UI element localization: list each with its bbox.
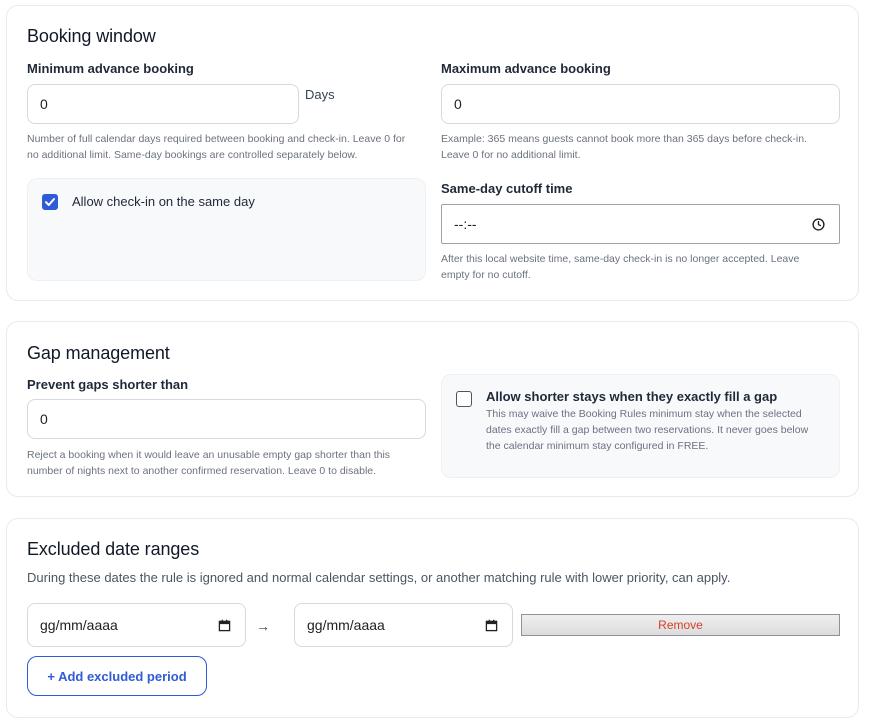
cutoff-help: After this local website time, same-day … — [441, 251, 799, 283]
max-advance-help-line2: Leave 0 for no additional limit. — [441, 149, 581, 161]
excluded-start-date-value: gg/mm/aaaa — [40, 617, 118, 633]
cutoff-help-line1: After this local website time, same-day … — [441, 253, 800, 265]
same-day-checkbox[interactable] — [42, 194, 58, 210]
excluded-ranges-description: During these dates the rule is ignored a… — [27, 570, 731, 585]
excluded-start-date-input[interactable]: gg/mm/aaaa — [27, 603, 246, 647]
max-advance-help-line1: Example: 365 means guests cannot book mo… — [441, 133, 807, 145]
min-advance-label: Minimum advance booking — [27, 61, 194, 76]
prevent-gaps-label: Prevent gaps shorter than — [27, 377, 189, 392]
max-advance-help: Example: 365 means guests cannot book mo… — [441, 131, 807, 163]
min-advance-help: Number of full calendar days required be… — [27, 131, 405, 163]
prevent-gaps-input[interactable]: 0 — [27, 399, 426, 439]
max-advance-label: Maximum advance booking — [441, 61, 611, 76]
min-advance-help-line1: Number of full calendar days required be… — [27, 133, 406, 145]
calendar-icon[interactable] — [218, 619, 231, 632]
remove-range-button[interactable]: Remove — [521, 614, 840, 636]
allow-shorter-label[interactable]: Allow shorter stays when they exactly fi… — [486, 389, 777, 404]
prevent-gaps-help-line2: number of nights next to another confirm… — [27, 465, 377, 477]
prevent-gaps-help: Reject a booking when it would leave an … — [27, 447, 390, 479]
allow-shorter-help-line3: the calendar minimum stay configured in … — [486, 440, 709, 452]
same-day-checkbox-label[interactable]: Allow check-in on the same day — [72, 194, 255, 209]
allow-shorter-help-line2: dates exactly fill a gap between two res… — [486, 424, 809, 436]
checkmark-icon — [45, 198, 55, 206]
excluded-ranges-card: Excluded date ranges During these dates … — [6, 518, 859, 718]
min-advance-input[interactable]: 0 — [27, 84, 299, 124]
gap-management-card: Gap management Prevent gaps shorter than… — [6, 321, 859, 497]
booking-window-title: Booking window — [27, 26, 156, 46]
allow-shorter-help: This may waive the Booking Rules minimum… — [486, 406, 808, 454]
add-excluded-period-button[interactable]: + Add excluded period — [27, 656, 207, 696]
calendar-icon[interactable] — [485, 619, 498, 632]
cutoff-help-line2: empty for no cutoff. — [441, 269, 531, 281]
allow-shorter-help-line1: This may waive the Booking Rules minimum… — [486, 408, 802, 420]
excluded-end-date-input[interactable]: gg/mm/aaaa — [294, 603, 513, 647]
cutoff-label: Same-day cutoff time — [441, 181, 573, 196]
allow-shorter-checkbox[interactable] — [456, 391, 472, 407]
allow-shorter-panel: Allow shorter stays when they exactly fi… — [441, 374, 840, 478]
min-advance-help-line2: no additional limit. Same-day bookings a… — [27, 149, 358, 161]
range-arrow: → — [256, 618, 270, 634]
excluded-ranges-title: Excluded date ranges — [27, 539, 200, 559]
excluded-end-date-value: gg/mm/aaaa — [307, 617, 385, 633]
cutoff-time-value: --:-- — [454, 216, 477, 232]
min-advance-unit: Days — [305, 87, 335, 102]
gap-management-title: Gap management — [27, 343, 170, 363]
clock-icon[interactable] — [812, 218, 825, 231]
cutoff-time-input[interactable]: --:-- — [441, 204, 840, 244]
prevent-gaps-help-line1: Reject a booking when it would leave an … — [27, 449, 391, 461]
max-advance-input[interactable]: 0 — [441, 84, 840, 124]
booking-window-card: Booking window Minimum advance booking 0… — [6, 5, 859, 301]
same-day-panel: Allow check-in on the same day — [27, 178, 426, 281]
